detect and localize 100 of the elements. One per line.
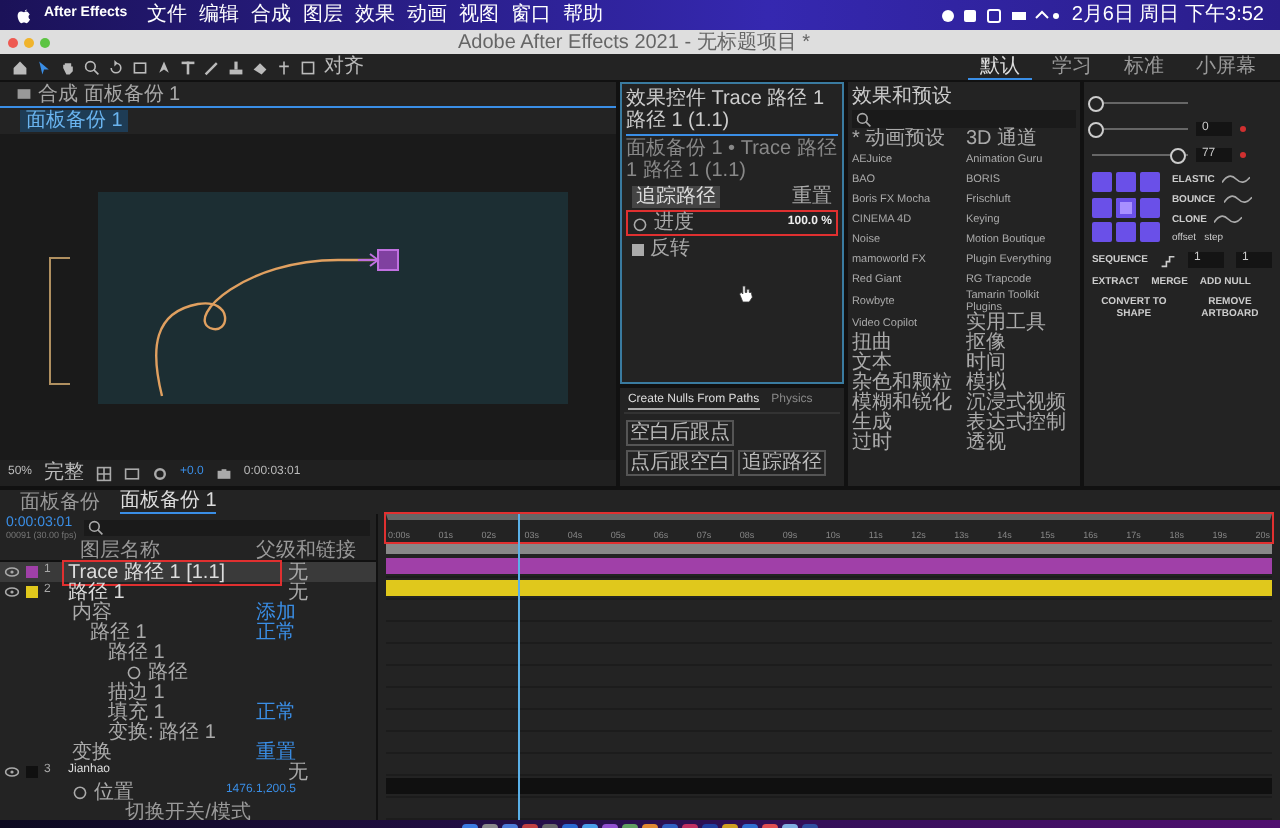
anchor-point-button[interactable] [1139,197,1160,218]
selection-arrow-icon[interactable] [36,59,52,75]
null-layer-handle-icon[interactable] [356,248,399,271]
property-label[interactable]: 路径 1 [108,641,165,663]
eye-icon[interactable] [4,764,20,780]
reset-icon[interactable] [1239,152,1246,158]
zoom-icon[interactable] [84,59,100,75]
property-label[interactable]: 内容 [72,601,112,623]
effect-category[interactable]: * 动画预设 [851,130,962,150]
home-icon[interactable] [12,59,28,75]
anchor-point-button[interactable] [1091,222,1112,243]
apple-logo-icon[interactable] [16,5,32,25]
property-label[interactable]: 变换: 路径 1 [108,721,216,743]
property-label[interactable]: 位置 [94,781,134,803]
stairs-icon[interactable] [1160,252,1176,268]
effect-category[interactable]: 扭曲 [851,334,962,354]
property-value[interactable]: 正常 [256,621,296,643]
property-label[interactable]: 描边 1 [108,681,165,703]
effect-category[interactable]: 文本 [851,354,962,374]
workspace-tab[interactable]: 默认 [968,55,1032,79]
anchor-point-button[interactable] [1091,197,1112,218]
eraser-icon[interactable] [252,59,268,75]
menu-item[interactable]: 图层 [303,4,344,26]
camera-icon[interactable] [215,465,232,481]
checkbox[interactable] [631,243,644,255]
property-value[interactable]: 正常 [256,701,296,723]
toggle-switches-modes[interactable]: 切换开关/模式 [125,802,251,820]
parent-dropdown[interactable]: 无 [288,761,308,783]
composition-tab[interactable]: 面板备份 [20,491,100,513]
rectangle-tool-icon[interactable] [132,59,148,75]
script-button[interactable]: 点后跟空白 [625,450,734,476]
resolution-dropdown[interactable]: 完整 [44,462,85,484]
checkbox-icon[interactable] [300,59,316,75]
pen-icon[interactable] [156,59,172,75]
eye-icon[interactable] [4,584,20,600]
eye-icon[interactable] [4,564,20,580]
close-button[interactable] [8,37,18,47]
reset-link[interactable]: 重置 [791,186,832,208]
stopwatch-icon[interactable] [631,215,648,231]
menu-item[interactable]: 视图 [459,4,500,26]
workspace-tab[interactable]: 标准 [1112,56,1176,78]
property-label[interactable]: 路径 1 [90,621,147,643]
script-button[interactable]: 追踪路径 [737,450,826,476]
menu-item[interactable]: 帮助 [563,4,604,26]
menu-item[interactable]: 编辑 [199,4,240,26]
menu-item[interactable]: 文件 [147,4,188,26]
property-value[interactable]: 添加 [256,601,296,623]
anchor-point-button[interactable] [1139,172,1160,192]
grid-icon[interactable] [96,465,113,481]
column-header[interactable]: 父级和链接 [256,539,356,561]
property-label[interactable]: 变换 [72,741,112,763]
composition-breadcrumb[interactable]: 面板备份 1 [20,110,129,132]
effect-category[interactable]: 过时 [851,434,962,454]
stopwatch-icon[interactable] [72,784,88,800]
anchor-point-button[interactable] [1115,172,1136,192]
menu-item[interactable]: 窗口 [511,4,552,26]
slider-thumb[interactable] [1170,147,1187,163]
parent-dropdown[interactable]: 无 [288,581,308,603]
effect-category[interactable]: 时间 [965,354,1076,374]
menu-item[interactable]: 效果 [355,4,396,26]
menu-item[interactable]: 合成 [251,4,292,26]
effect-category[interactable]: 生成 [851,414,962,434]
stamp-icon[interactable] [228,59,244,75]
slider-thumb[interactable] [1088,121,1105,137]
anchor-point-button[interactable] [1139,222,1160,243]
workspace-tab[interactable]: 小屏幕 [1184,56,1268,78]
effects-presets-title[interactable]: 效果和预设 [851,86,1076,108]
anchor-point-button[interactable] [1091,172,1112,192]
column-header[interactable]: 图层名称 [80,539,256,561]
effect-category[interactable]: 杂色和颗粒 [851,374,962,394]
label-color[interactable] [26,586,38,598]
anchor-point-button[interactable] [1115,222,1136,243]
effect-category[interactable]: 表达式控制 [965,414,1076,434]
menu-item[interactable]: 动画 [407,4,448,26]
property-value[interactable]: 重置 [256,741,296,763]
rotate-icon[interactable] [108,59,124,75]
effect-category[interactable]: 3D 通道 [965,130,1076,150]
search-field[interactable] [851,110,1076,128]
effect-category[interactable]: 模拟 [965,374,1076,394]
parent-dropdown[interactable]: 无 [288,561,308,583]
effect-category[interactable]: 沉浸式视频 [965,394,1076,414]
hand-icon[interactable] [60,59,76,75]
brush-icon[interactable] [204,59,220,75]
workspace-tab[interactable]: 学习 [1040,56,1104,78]
composition-tab[interactable]: 面板备份 1 [120,490,217,514]
effect-category[interactable]: 抠像 [965,334,1076,354]
slider-thumb[interactable] [1088,95,1105,111]
property-label[interactable]: 路径 [148,661,188,683]
search-field[interactable] [84,519,370,535]
script-button[interactable]: 空白后跟点 [625,420,734,446]
stopwatch-icon[interactable] [126,664,142,680]
layer-name[interactable]: Trace 路径 1 [1.1] [62,559,282,585]
anchor-point-button[interactable] [1115,197,1136,218]
status-icons[interactable] [939,7,1060,23]
text-tool-icon[interactable] [180,59,196,75]
reset-icon[interactable] [1239,126,1246,132]
effect-category[interactable]: 透视 [965,434,1076,454]
effect-name[interactable]: 追踪路径 [631,186,720,208]
panel-tab[interactable]: 合成 面板备份 1 [38,83,181,105]
property-label[interactable]: 填充 1 [108,701,165,723]
